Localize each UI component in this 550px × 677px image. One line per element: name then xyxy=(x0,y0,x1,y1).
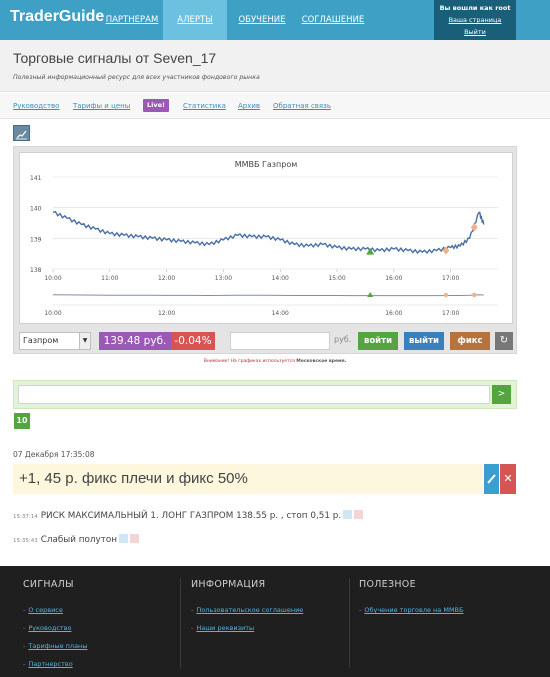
price-chart[interactable]: ММВБ Газпром 141 140 139 138 10:00 11:00 12:0… xyxy=(19,152,513,324)
y-tick-label: 140 xyxy=(30,206,42,213)
x-tick-label: 10:00 xyxy=(44,275,61,282)
y-tick-label: 138 xyxy=(30,267,42,274)
timezone-note-bold: Московское время. xyxy=(296,359,347,364)
navigator-tick-label: 14:00 xyxy=(272,310,289,317)
fix-marker xyxy=(470,223,478,232)
footer-col-signals: СИГНАЛЫ -О сервисе - Руководство - Тарифны… xyxy=(23,579,87,676)
currency-label: руб. xyxy=(334,335,352,344)
x-tick-label: 14:00 xyxy=(272,275,289,282)
price-change: -0.04% xyxy=(171,332,215,350)
navigator-fix-marker xyxy=(443,292,449,298)
footer-link[interactable]: - Руководство xyxy=(23,622,87,640)
subnav-statistics[interactable]: Статистика xyxy=(183,102,226,110)
y-tick-label: 139 xyxy=(30,236,42,243)
my-page-link[interactable]: Ваша страница xyxy=(434,16,516,24)
x-tick-label: 12:00 xyxy=(158,275,175,282)
nav-alerts[interactable]: АЛЕРТЫ xyxy=(163,0,227,40)
footer-link[interactable]: - Обучение торговле на ММВБ xyxy=(359,604,463,622)
signal-text: РИСК МАКСИМАЛЬНЫЙ 1. ЛОНГ ГАЗПРОМ 138.55… xyxy=(40,511,342,521)
navigator-tick-label: 17:00 xyxy=(442,310,459,317)
timezone-note: Внимание! На графиках используется Моско… xyxy=(0,359,550,364)
signal-time: 15:37:14 xyxy=(13,514,38,520)
page-title: Торговые сигналы от Seven_17 xyxy=(13,50,217,66)
enter-button[interactable]: войти xyxy=(358,332,398,350)
edit-post-button[interactable] xyxy=(484,464,499,494)
chart-title: ММВБ Газпром xyxy=(235,160,298,169)
fix-button[interactable]: фикс xyxy=(450,332,490,350)
signal-text: Слабый полутон xyxy=(40,535,117,545)
navigator-series-line xyxy=(52,294,484,297)
navigator-fix-marker xyxy=(472,292,477,298)
pencil-icon xyxy=(487,474,496,484)
chart-panel: ММВБ Газпром 141 140 139 138 10:00 11:00 12:0… xyxy=(13,146,517,354)
title-bar: Торговые сигналы от Seven_17 Полезный ин… xyxy=(0,40,550,92)
footer-col-info: ИНФОРМАЦИЯ - Пользовательское соглашение … xyxy=(191,579,303,640)
chart-line-icon xyxy=(16,130,27,140)
navigator-tick-label: 16:00 xyxy=(385,310,402,317)
chevron-down-icon: ▼ xyxy=(79,333,90,349)
edit-signal-icon[interactable] xyxy=(118,534,128,543)
delete-signal-icon[interactable] xyxy=(354,510,364,519)
footer-link[interactable]: - Наши реквизиты xyxy=(191,622,303,640)
footer: СИГНАЛЫ -О сервисе - Руководство - Тарифны… xyxy=(0,566,550,677)
delete-post-button[interactable]: ✕ xyxy=(500,464,516,494)
page-subtitle: Полезный информационный ресурс для всех … xyxy=(13,74,260,81)
exit-button[interactable]: выйти xyxy=(404,332,444,350)
navigator-tick-label: 12:00 xyxy=(158,310,175,317)
navigator-enter-marker xyxy=(367,292,374,297)
count-badge[interactable]: 10 xyxy=(14,413,30,429)
user-box: Вы вошли как root Ваша страница Выйти xyxy=(434,0,516,40)
trade-controls: Газпром ▼ 139.48 руб. -0.04% руб. войти … xyxy=(19,332,513,350)
footer-divider xyxy=(180,578,181,668)
refresh-icon[interactable]: ↻ xyxy=(495,332,513,350)
footer-heading: СИГНАЛЫ xyxy=(23,579,74,590)
y-tick-label: 141 xyxy=(30,175,42,182)
price-input[interactable] xyxy=(230,332,330,350)
latest-post-text: +1, 45 р. фикс плечи и фикс 50% xyxy=(19,470,248,487)
footer-link[interactable]: - Партнерство xyxy=(23,658,87,676)
chart-canvas: ММВБ Газпром 141 140 139 138 10:00 11:00 12:0… xyxy=(30,160,498,317)
logged-in-label: Вы вошли как root xyxy=(439,4,511,12)
post-date: 07 Декабря 17:35:08 xyxy=(13,450,95,459)
ticker-select[interactable]: Газпром ▼ xyxy=(19,332,91,350)
delete-signal-icon[interactable] xyxy=(129,534,139,543)
logout-link[interactable]: Выйти xyxy=(434,28,516,36)
chart-toggle-button[interactable] xyxy=(13,125,30,141)
footer-link[interactable]: - Пользовательское соглашение xyxy=(191,604,303,622)
nav-agreement[interactable]: СОГЛАШЕНИЕ xyxy=(298,0,368,40)
live-badge[interactable]: Live! xyxy=(143,99,169,112)
message-input[interactable] xyxy=(18,385,490,404)
signal-time: 15:35:43 xyxy=(13,538,38,544)
subnav-guide[interactable]: Руководство xyxy=(13,102,59,110)
sub-navigation: Руководство Тарифы и цены Live! Статисти… xyxy=(0,93,550,119)
subnav-feedback[interactable]: Обратная связь xyxy=(273,102,331,110)
x-tick-label: 13:00 xyxy=(215,275,232,282)
latest-post: +1, 45 р. фикс плечи и фикс 50% xyxy=(13,464,483,494)
footer-divider xyxy=(349,578,350,668)
footer-link[interactable]: -О сервисе xyxy=(23,604,87,622)
current-price: 139.48 руб. xyxy=(99,332,171,350)
x-tick-label: 11:00 xyxy=(101,275,118,282)
nav-learning[interactable]: ОБУЧЕНИЕ xyxy=(233,0,291,40)
x-tick-label: 16:00 xyxy=(385,275,402,282)
footer-link[interactable]: - Тарифные планы xyxy=(23,640,87,658)
top-navigation-bar: TraderGuide ПАРТНЕРАМ АЛЕРТЫ ОБУЧЕНИЕ СО… xyxy=(0,0,550,40)
ticker-selected-value: Газпром xyxy=(23,336,59,345)
timezone-note-text: Внимание! На графиках используется xyxy=(203,359,295,364)
price-series-line xyxy=(52,210,485,255)
footer-col-useful: ПОЛЕЗНОЕ - Обучение торговле на ММВБ xyxy=(359,579,463,622)
footer-heading: ПОЛЕЗНОЕ xyxy=(359,579,416,590)
subnav-tariffs[interactable]: Тарифы и цены xyxy=(73,102,130,110)
x-tick-label: 15:00 xyxy=(328,275,345,282)
navigator-tick-label: 10:00 xyxy=(44,310,61,317)
message-panel: > xyxy=(13,380,517,409)
footer-heading: ИНФОРМАЦИЯ xyxy=(191,579,266,590)
send-button[interactable]: > xyxy=(492,385,511,404)
signal-item: 15:37:14 РИСК МАКСИМАЛЬНЫЙ 1. ЛОНГ ГАЗПРО… xyxy=(13,510,364,521)
edit-signal-icon[interactable] xyxy=(343,510,353,519)
signal-item: 15:35:43 Слабый полутон xyxy=(13,534,139,545)
x-tick-label: 17:00 xyxy=(442,275,459,282)
subnav-archive[interactable]: Архив xyxy=(238,102,260,110)
